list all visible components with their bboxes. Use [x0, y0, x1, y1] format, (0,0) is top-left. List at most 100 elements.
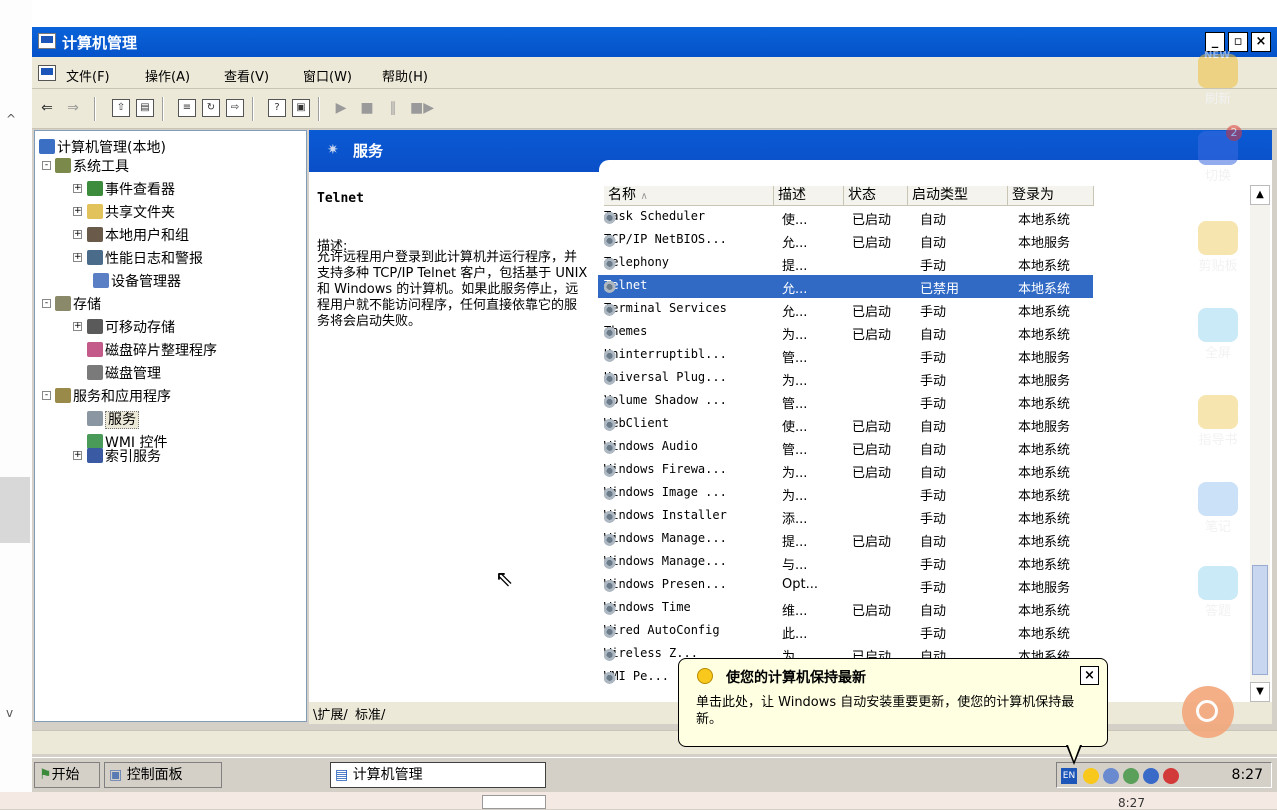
- menu-window[interactable]: 窗口(W): [303, 66, 352, 85]
- column-header-startup-type[interactable]: 启动类型: [908, 186, 1008, 206]
- service-row[interactable]: Universal Plug... 为... 手动 本地服务: [598, 367, 1093, 390]
- start-service-icon[interactable]: ▶: [332, 99, 350, 117]
- taskbar-computer-management[interactable]: ▤ 计算机管理: [330, 762, 546, 788]
- overlay-answer[interactable]: 答题: [1178, 566, 1258, 619]
- tab-extended[interactable]: \扩展/: [313, 704, 348, 723]
- tree-item-shared-folders[interactable]: 共享文件夹: [87, 202, 175, 222]
- service-row[interactable]: Telephony 提... 手动 本地系统: [598, 252, 1093, 275]
- service-row[interactable]: Windows Audio 管... 已启动 自动 本地系统: [598, 436, 1093, 459]
- overlay-clipboard[interactable]: 剪贴板: [1178, 221, 1258, 274]
- tree-item-removable-storage[interactable]: 可移动存储: [87, 317, 175, 337]
- service-row[interactable]: Windows Time 维... 已启动 自动 本地系统: [598, 597, 1093, 620]
- tree-item-services-and-apps[interactable]: 服务和应用程序: [55, 386, 171, 406]
- overlay-fullscreen[interactable]: 全屏: [1178, 308, 1258, 361]
- service-row[interactable]: Windows Firewa... 为... 已启动 自动 本地系统: [598, 459, 1093, 482]
- service-name: Windows Installer: [604, 508, 727, 524]
- service-row[interactable]: WebClient 使... 已启动 自动 本地服务: [598, 413, 1093, 436]
- tree-item-indexing-service[interactable]: 索引服务: [87, 446, 161, 466]
- collapse-icon[interactable]: -: [42, 391, 51, 400]
- menu-action[interactable]: 操作(A): [145, 66, 190, 85]
- document-icon[interactable]: [38, 65, 56, 81]
- tree-item-system-tools[interactable]: 系统工具: [55, 156, 129, 176]
- tab-standard[interactable]: 标准/: [355, 704, 385, 723]
- overlay-switch[interactable]: 2 切换: [1178, 125, 1258, 184]
- update-balloon[interactable]: 使您的计算机保持最新 × 单击此处，让 Windows 自动安装重要更新，使您的…: [678, 658, 1108, 747]
- expand-icon[interactable]: +: [73, 253, 82, 262]
- overlay-notes[interactable]: 笔记: [1178, 482, 1258, 535]
- maximize-button[interactable]: ▫: [1228, 32, 1248, 52]
- stop-service-icon[interactable]: ■: [358, 99, 376, 117]
- service-row[interactable]: TCP/IP NetBIOS... 允... 已启动 自动 本地服务: [598, 229, 1093, 252]
- collapse-icon[interactable]: -: [42, 161, 51, 170]
- close-button[interactable]: ×: [1251, 32, 1271, 52]
- service-row[interactable]: Wired AutoConfig 此... 手动 本地系统: [598, 620, 1093, 643]
- expand-icon[interactable]: +: [73, 184, 82, 193]
- column-header-logon-as[interactable]: 登录为: [1008, 186, 1094, 206]
- service-row[interactable]: Uninterruptibl... 管... 手动 本地服务: [598, 344, 1093, 367]
- bottom-input-box[interactable]: [482, 795, 546, 809]
- language-indicator[interactable]: EN: [1061, 768, 1077, 784]
- tree-item-storage[interactable]: 存储: [55, 294, 101, 314]
- update-icon[interactable]: [1143, 768, 1159, 784]
- start-button[interactable]: ⚑开始: [34, 762, 100, 788]
- scroll-up-button[interactable]: ▲: [1250, 185, 1270, 205]
- console-icon[interactable]: ▣: [292, 99, 310, 117]
- service-row[interactable]: Windows Installer 添... 手动 本地系统: [598, 505, 1093, 528]
- window-titlebar[interactable]: 计算机管理 _ ▫ ×: [32, 27, 1277, 57]
- export-list-icon[interactable]: ⇨: [226, 99, 244, 117]
- service-row[interactable]: Windows Manage... 与... 手动 本地系统: [598, 551, 1093, 574]
- service-row[interactable]: Task Scheduler 使... 已启动 自动 本地系统: [598, 206, 1093, 229]
- sound-icon[interactable]: [1123, 768, 1139, 784]
- scroll-down-arrow-icon[interactable]: v: [6, 706, 13, 720]
- expand-icon[interactable]: +: [73, 207, 82, 216]
- pause-service-icon[interactable]: ∥: [384, 99, 402, 117]
- refresh-icon[interactable]: ↻: [202, 99, 220, 117]
- collapse-icon[interactable]: -: [42, 299, 51, 308]
- security-center-icon[interactable]: [1163, 768, 1179, 784]
- tree-item-local-users[interactable]: 本地用户和组: [87, 225, 189, 245]
- service-row[interactable]: Themes 为... 已启动 自动 本地系统: [598, 321, 1093, 344]
- expand-icon[interactable]: +: [73, 451, 82, 460]
- taskbar-control-panel[interactable]: ▣ 控制面板: [104, 762, 222, 788]
- service-row[interactable]: Volume Shadow ... 管... 手动 本地系统: [598, 390, 1093, 413]
- menu-help[interactable]: 帮助(H): [382, 66, 428, 85]
- menu-file[interactable]: 文件(F): [66, 66, 110, 85]
- control-panel-icon: ▣: [109, 767, 127, 783]
- overlay-refresh[interactable]: NEW 刷新: [1178, 50, 1258, 107]
- help-icon[interactable]: ?: [268, 99, 286, 117]
- service-row[interactable]: Telnet 允... 已禁用 本地系统: [598, 275, 1093, 298]
- properties-icon[interactable]: ≡: [178, 99, 196, 117]
- service-row[interactable]: Windows Presen... Opt... 手动 本地服务: [598, 574, 1093, 597]
- search-bubble-button[interactable]: [1182, 686, 1234, 738]
- service-row[interactable]: Windows Image ... 为... 手动 本地系统: [598, 482, 1093, 505]
- tree-item-services[interactable]: 服务: [87, 409, 139, 429]
- tree-item-performance-logs[interactable]: 性能日志和警报: [87, 248, 203, 268]
- network-icon[interactable]: [1103, 768, 1119, 784]
- overlay-guidebook[interactable]: 指导书: [1178, 395, 1258, 448]
- menu-view[interactable]: 查看(V): [224, 66, 269, 85]
- service-status: 已启动: [852, 305, 892, 320]
- column-header-name[interactable]: 名称 ∧: [604, 186, 774, 206]
- tree-item-event-viewer[interactable]: 事件查看器: [87, 179, 175, 199]
- tree-item-device-manager[interactable]: 设备管理器: [93, 271, 181, 291]
- minimize-button[interactable]: _: [1205, 32, 1225, 52]
- back-arrow-icon[interactable]: ⇐: [38, 99, 56, 117]
- forward-arrow-icon[interactable]: ⇒: [64, 99, 82, 117]
- tree-item-defrag[interactable]: 磁盘碎片整理程序: [87, 340, 217, 360]
- show-hide-tree-icon[interactable]: ▤: [136, 99, 154, 117]
- side-handle[interactable]: [0, 477, 30, 543]
- expand-icon[interactable]: +: [73, 322, 82, 331]
- tree-item-disk-management[interactable]: 磁盘管理: [87, 363, 161, 383]
- security-shield-icon[interactable]: [1083, 768, 1099, 784]
- expand-icon[interactable]: +: [73, 230, 82, 239]
- up-level-icon[interactable]: ⇧: [112, 99, 130, 117]
- scroll-up-arrow-icon[interactable]: ^: [6, 112, 16, 126]
- scroll-down-button[interactable]: ▼: [1250, 682, 1270, 702]
- column-header-description[interactable]: 描述: [774, 186, 844, 206]
- column-header-status[interactable]: 状态: [844, 186, 908, 206]
- service-row[interactable]: Terminal Services 允... 已启动 手动 本地系统: [598, 298, 1093, 321]
- tree-root[interactable]: 计算机管理(本地): [39, 137, 166, 157]
- restart-service-icon[interactable]: ■▶: [410, 99, 434, 117]
- balloon-close-button[interactable]: ×: [1080, 666, 1099, 685]
- service-row[interactable]: Windows Manage... 提... 已启动 自动 本地系统: [598, 528, 1093, 551]
